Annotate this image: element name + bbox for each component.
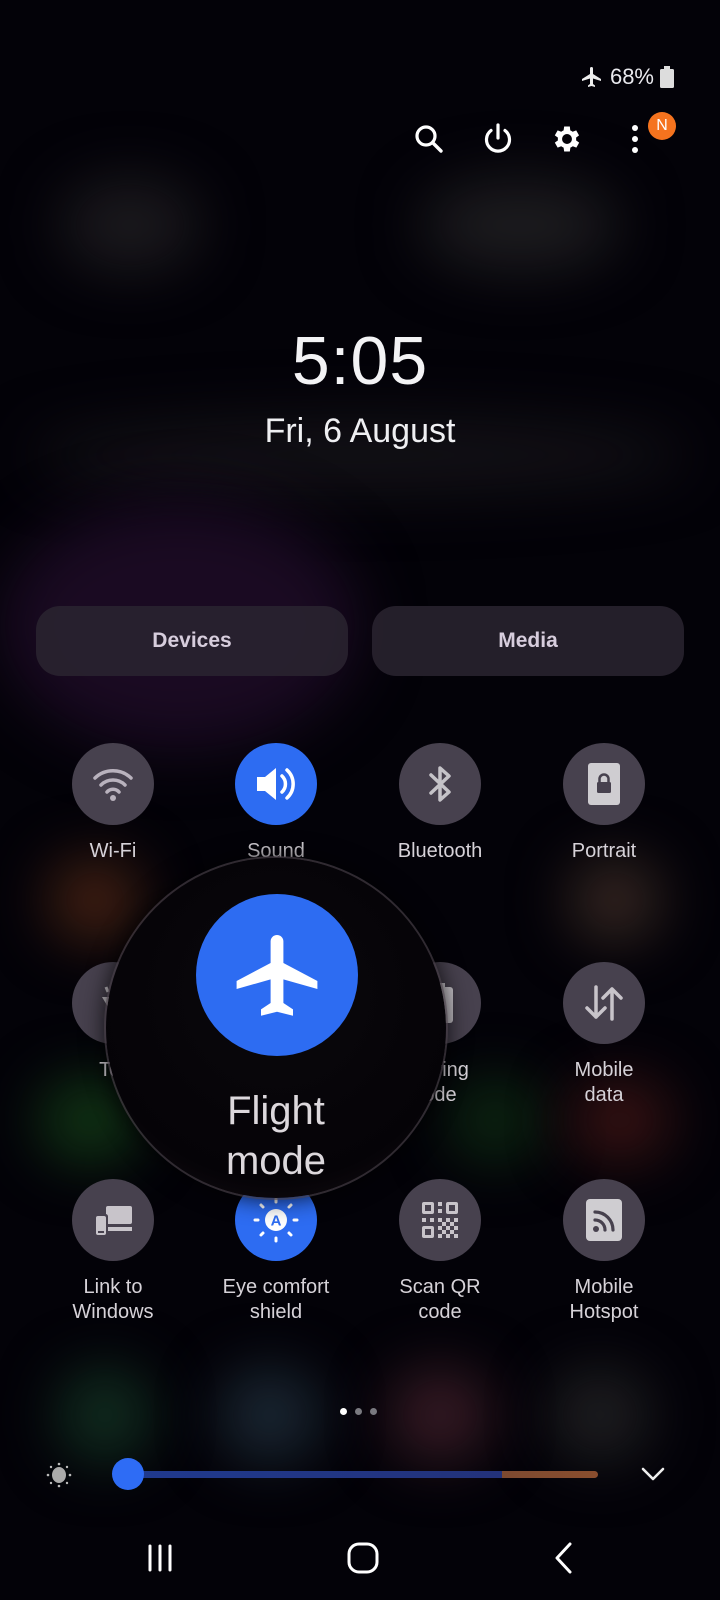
background-blur <box>550 1370 650 1460</box>
back-button[interactable] <box>524 1530 604 1586</box>
home-button[interactable] <box>323 1530 403 1586</box>
sound-icon <box>257 768 295 800</box>
bluetooth-icon <box>429 766 451 802</box>
tile-link-to-windows[interactable]: Link to Windows <box>31 1179 195 1325</box>
background-blur <box>50 860 140 940</box>
tile-sound[interactable]: Sound <box>194 743 358 864</box>
tile-mobile-data[interactable]: Mobile data <box>522 962 686 1108</box>
tile-mobile-hotspot[interactable]: Mobile Hotspot <box>522 1179 686 1325</box>
home-icon <box>347 1542 379 1574</box>
tile-portrait[interactable]: Portrait <box>522 743 686 864</box>
settings-button[interactable] <box>546 118 588 160</box>
clock-time[interactable]: 5:05 <box>0 322 720 400</box>
background-blur <box>60 180 200 270</box>
expand-button[interactable] <box>640 1466 666 1487</box>
tile-label-line: data <box>584 1084 624 1106</box>
tile-eye-comfort[interactable]: A Eye comfort shield <box>194 1179 358 1325</box>
recents-button[interactable] <box>120 1530 200 1586</box>
background-blur <box>570 860 660 940</box>
tile-button[interactable] <box>563 743 645 825</box>
page-dot[interactable] <box>355 1408 362 1415</box>
media-button[interactable]: Media <box>372 606 684 676</box>
flight-mode-label: Flight mode <box>106 1086 446 1186</box>
background-blur <box>420 180 620 270</box>
mobile-data-icon <box>585 985 623 1021</box>
tile-label: Wi-Fi <box>89 840 137 862</box>
back-icon <box>555 1542 572 1574</box>
tile-button[interactable] <box>563 962 645 1044</box>
svg-text:A: A <box>271 1213 282 1230</box>
brightness-slider[interactable] <box>118 1471 598 1478</box>
notification-badge: N <box>648 112 676 140</box>
background-blur <box>390 1370 490 1460</box>
airplane-icon <box>236 935 318 1016</box>
tile-label-line: Mobile <box>574 1276 634 1298</box>
search-icon <box>415 125 443 153</box>
more-vert-icon <box>632 125 638 153</box>
background-blur <box>220 1370 320 1460</box>
tile-label-line: Scan QR <box>399 1276 481 1298</box>
tile-bluetooth[interactable]: Bluetooth <box>358 743 522 864</box>
link-windows-icon <box>94 1206 132 1237</box>
flight-mode-button[interactable] <box>196 894 358 1056</box>
tile-label: Scan QR code <box>358 1275 522 1325</box>
tile-label: Portrait <box>571 840 637 862</box>
hotspot-icon <box>586 1199 622 1241</box>
qr-code-icon <box>422 1202 458 1238</box>
airplane-icon <box>580 65 604 89</box>
battery-percent: 68% <box>609 64 654 89</box>
tile-label: Link to Windows <box>31 1275 195 1325</box>
background-blur <box>60 1370 150 1460</box>
flight-mode-label-line: Flight <box>227 1089 325 1133</box>
tile-label-line: Eye comfort <box>222 1276 330 1298</box>
wifi-icon <box>93 769 133 801</box>
page-dot-active[interactable] <box>340 1408 347 1415</box>
gear-icon <box>554 126 580 152</box>
page-dot[interactable] <box>370 1408 377 1415</box>
brightness-icon <box>46 1462 72 1493</box>
tile-label: Mobile Hotspot <box>522 1275 686 1325</box>
tile-scan-qr[interactable]: Scan QR code <box>358 1179 522 1325</box>
tile-label-line: Hotspot <box>569 1301 639 1323</box>
status-bar: 68% <box>580 64 674 90</box>
tile-button[interactable] <box>563 1179 645 1261</box>
power-icon <box>484 123 512 153</box>
tile-label-line: code <box>418 1301 462 1323</box>
flight-mode-label-line: mode <box>225 1139 327 1183</box>
page-indicator <box>340 1408 377 1415</box>
tile-wifi[interactable]: Wi-Fi <box>31 743 195 864</box>
magnifier-overlay: Flight mode <box>106 858 446 1198</box>
tile-label-line: shield <box>249 1301 303 1323</box>
clock-date[interactable]: Fri, 6 August <box>0 412 720 451</box>
chevron-down-icon <box>641 1467 665 1481</box>
tile-button[interactable] <box>72 1179 154 1261</box>
recents-icon <box>148 1544 172 1572</box>
tile-button[interactable] <box>399 1179 481 1261</box>
tile-label-line: Link to <box>83 1276 143 1298</box>
portrait-lock-icon <box>588 763 620 805</box>
tile-button[interactable] <box>399 743 481 825</box>
devices-button[interactable]: Devices <box>36 606 348 676</box>
tile-button[interactable] <box>235 743 317 825</box>
tile-label-line: Windows <box>72 1301 154 1323</box>
brightness-slider-thumb[interactable] <box>111 1458 144 1490</box>
tile-label-line: Mobile <box>574 1059 634 1081</box>
battery-icon <box>660 66 674 88</box>
tile-label: Eye comfort shield <box>194 1275 358 1325</box>
tile-label: Bluetooth <box>397 840 483 862</box>
tile-button[interactable] <box>72 743 154 825</box>
eye-comfort-icon: A <box>253 1197 299 1243</box>
search-button[interactable] <box>408 118 450 160</box>
tile-label: Mobile data <box>522 1058 686 1108</box>
power-button[interactable] <box>477 118 519 160</box>
